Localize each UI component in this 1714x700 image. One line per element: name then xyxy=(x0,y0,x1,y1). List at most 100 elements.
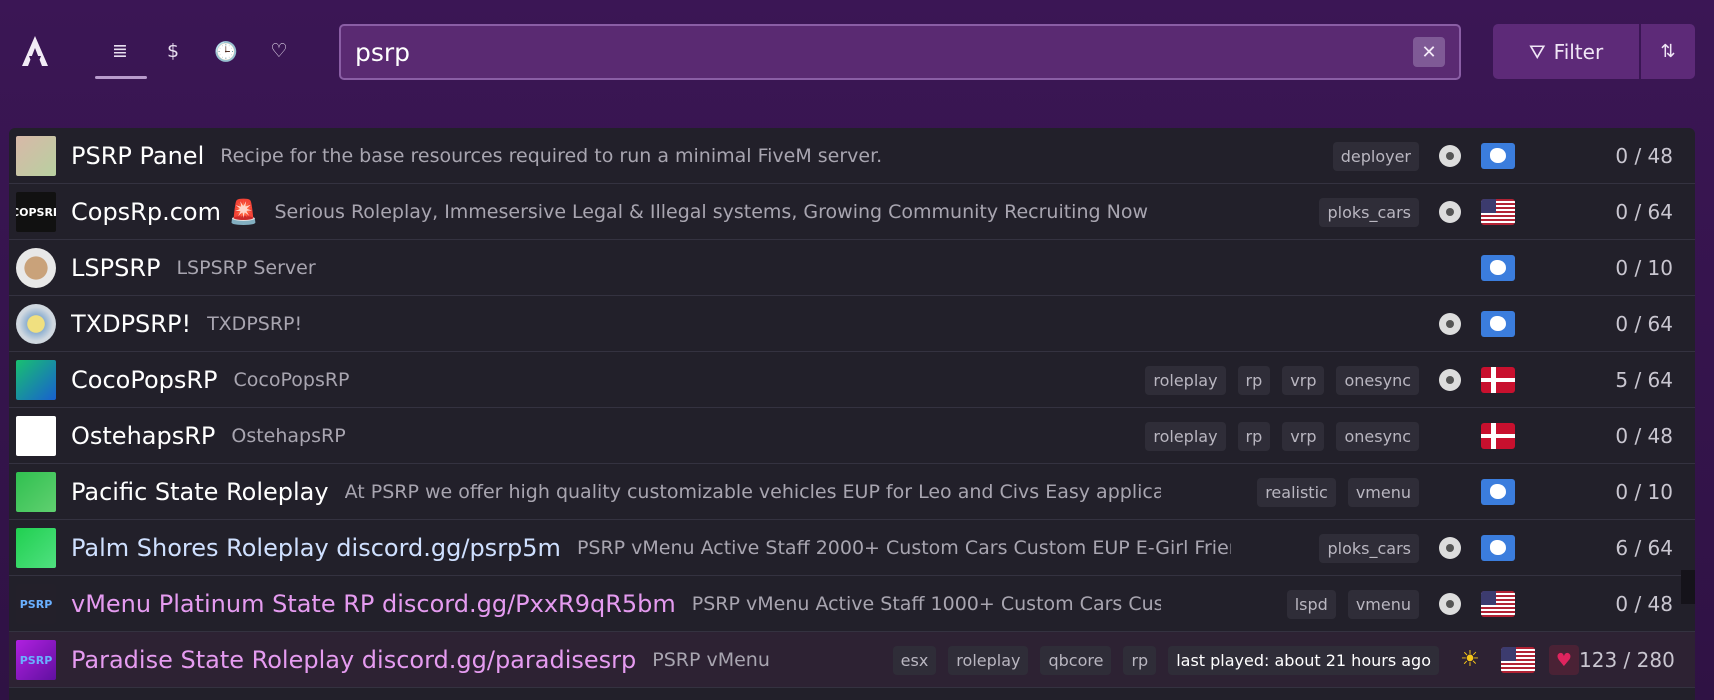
server-icon-text: PSRP xyxy=(19,653,53,667)
player-count: 5 / 64 xyxy=(1615,368,1673,392)
server-name: PSRP Panel xyxy=(71,142,205,170)
server-description: TXDPSRP! xyxy=(207,313,303,335)
server-title-line: Pacific State Roleplay At PSRP we offer h… xyxy=(71,464,1161,520)
pure-mode-icon xyxy=(1439,313,1461,335)
server-description: PSRP vMenu Active Staff 2000+ Custom Car… xyxy=(576,537,1231,559)
server-tag: rp xyxy=(1123,645,1157,675)
server-meta: esx roleplay qbcore rp last played: about 21… xyxy=(881,632,1695,688)
server-meta: deployer 0 / 48 xyxy=(1321,128,1695,184)
server-icon xyxy=(16,360,56,400)
server-tag: deployer xyxy=(1332,141,1419,171)
player-count: 123 / 280 xyxy=(1579,648,1675,672)
player-count: 0 / 48 xyxy=(1615,144,1673,168)
server-icon xyxy=(16,136,56,176)
server-row[interactable]: COPSRP CopsRp.com 🚨 Serious Roleplay, Imme… xyxy=(9,184,1695,240)
server-name: vMenu Platinum State RP discord.gg/PxxR9… xyxy=(71,590,676,618)
server-list: PSRP Panel Recipe for the base resources … xyxy=(9,128,1695,700)
server-title-line: LSPSRP LSPSRP Server xyxy=(71,240,1231,296)
server-description: Serious Roleplay, Immesersive Legal & Il… xyxy=(274,201,1148,223)
country-flag-icon xyxy=(1481,423,1515,449)
server-title-line: OstehapsRP OstehapsRP xyxy=(71,408,1011,464)
pure-mode-icon xyxy=(1439,145,1461,167)
server-name: LSPSRP xyxy=(71,254,161,282)
server-description: CocoPopsRP xyxy=(233,369,350,391)
server-tag: ploks_cars xyxy=(1319,197,1419,227)
player-count: 0 / 10 xyxy=(1615,480,1673,504)
server-row[interactable]: PSRP Panel Recipe for the base resources … xyxy=(9,128,1695,184)
server-name: TXDPSRP! xyxy=(71,310,192,338)
history-icon[interactable]: 🕒 xyxy=(206,36,246,66)
player-count: 0 / 48 xyxy=(1615,424,1673,448)
server-icon-text: COPSRP xyxy=(16,205,56,219)
server-name: CopsRp.com 🚨 xyxy=(71,198,259,226)
server-description: Recipe for the base resources required t… xyxy=(220,145,883,167)
pure-mode-icon xyxy=(1439,201,1461,223)
server-icon: COPSRP xyxy=(16,192,56,232)
server-meta: 0 / 10 xyxy=(1419,240,1695,296)
server-tag: vrp xyxy=(1282,365,1325,395)
server-name: CocoPopsRP xyxy=(71,366,218,394)
search-input[interactable] xyxy=(355,26,1385,78)
filter-button[interactable]: ⛛ Filter xyxy=(1493,24,1639,79)
app-logo-icon[interactable] xyxy=(20,34,50,68)
server-row[interactable]: LSPSRP LSPSRP Server 0 / 10 xyxy=(9,240,1695,296)
clear-search-icon[interactable]: ✕ xyxy=(1413,37,1445,67)
player-count: 0 / 48 xyxy=(1615,592,1673,616)
player-count: 0 / 64 xyxy=(1615,312,1673,336)
server-row[interactable]: Pacific State Roleplay At PSRP we offer h… xyxy=(9,464,1695,520)
search-bar[interactable]: ✕ xyxy=(339,24,1461,80)
country-flag-icon xyxy=(1481,199,1515,225)
filter-label: Filter xyxy=(1553,39,1604,64)
sort-icon[interactable]: ⇅ xyxy=(1641,24,1695,79)
premium-icon[interactable]: $ xyxy=(153,36,193,66)
server-meta: roleplay rp vrp onesync 5 / 64 xyxy=(1133,352,1695,408)
server-tag: qbcore xyxy=(1040,645,1112,675)
server-description: At PSRP we offer high quality customizab… xyxy=(344,481,1161,503)
server-title-line: Palm Shores Roleplay discord.gg/psrp5m PS… xyxy=(71,520,1231,576)
country-flag-icon xyxy=(1481,143,1515,169)
server-tag: lspd xyxy=(1286,589,1336,619)
server-tag: esx xyxy=(892,645,937,675)
sun-icon: ☀ xyxy=(1460,647,1480,672)
server-title-line: TXDPSRP! TXDPSRP! xyxy=(71,296,1231,352)
nav-active-indicator xyxy=(95,76,147,79)
browse-icon[interactable]: ≣ xyxy=(100,36,140,66)
pure-mode-icon xyxy=(1439,369,1461,391)
server-tag: vmenu xyxy=(1347,477,1419,507)
icon-spacer xyxy=(1439,425,1461,447)
server-row[interactable]: PSRP Paradise State Roleplay discord.gg/p… xyxy=(9,632,1695,688)
server-title-line: Paradise State Roleplay discord.gg/parad… xyxy=(71,632,771,688)
server-row[interactable]: OstehapsRP OstehapsRP roleplay rp vrp onesync… xyxy=(9,408,1695,464)
server-tag: roleplay xyxy=(1145,365,1226,395)
last-played-badge: last played: about 21 hours ago xyxy=(1168,645,1439,675)
player-count: 6 / 64 xyxy=(1615,536,1673,560)
server-icon xyxy=(16,248,56,288)
server-icon xyxy=(16,472,56,512)
server-description: OstehapsRP xyxy=(231,425,346,447)
filter-icon: ⛛ xyxy=(1528,39,1546,64)
server-title-line: vMenu Platinum State RP discord.gg/PxxR9… xyxy=(71,576,1161,632)
server-tag: roleplay xyxy=(1145,421,1226,451)
server-name: Pacific State Roleplay xyxy=(71,478,329,506)
server-row[interactable]: TXDPSRP! TXDPSRP! 0 / 64 xyxy=(9,296,1695,352)
server-tag: onesync xyxy=(1336,421,1419,451)
pure-mode-icon xyxy=(1439,537,1461,559)
scrollbar-thumb[interactable] xyxy=(1681,570,1695,604)
country-flag-icon xyxy=(1481,311,1515,337)
server-row[interactable]: Palm Shores Roleplay discord.gg/psrp5m PS… xyxy=(9,520,1695,576)
server-icon xyxy=(16,416,56,456)
server-row[interactable]: PSRP vMenu Platinum State RP discord.gg/P… xyxy=(9,576,1695,632)
server-meta: roleplay rp vrp onesync 0 / 48 xyxy=(1133,408,1695,464)
pure-mode-icon xyxy=(1439,593,1461,615)
favorite-heart-icon[interactable]: ♥ xyxy=(1549,645,1579,675)
favorites-icon[interactable]: ♡ xyxy=(259,36,299,66)
server-tag: roleplay xyxy=(948,645,1029,675)
server-meta: lspd vmenu 0 / 48 xyxy=(1275,576,1695,632)
country-flag-icon xyxy=(1501,647,1535,673)
country-flag-icon xyxy=(1481,255,1515,281)
server-name: OstehapsRP xyxy=(71,422,216,450)
server-tag: rp xyxy=(1237,421,1271,451)
server-tag: vmenu xyxy=(1347,589,1419,619)
server-meta: ploks_cars 6 / 64 xyxy=(1307,520,1695,576)
server-row[interactable]: CocoPopsRP CocoPopsRP roleplay rp vrp onesync… xyxy=(9,352,1695,408)
